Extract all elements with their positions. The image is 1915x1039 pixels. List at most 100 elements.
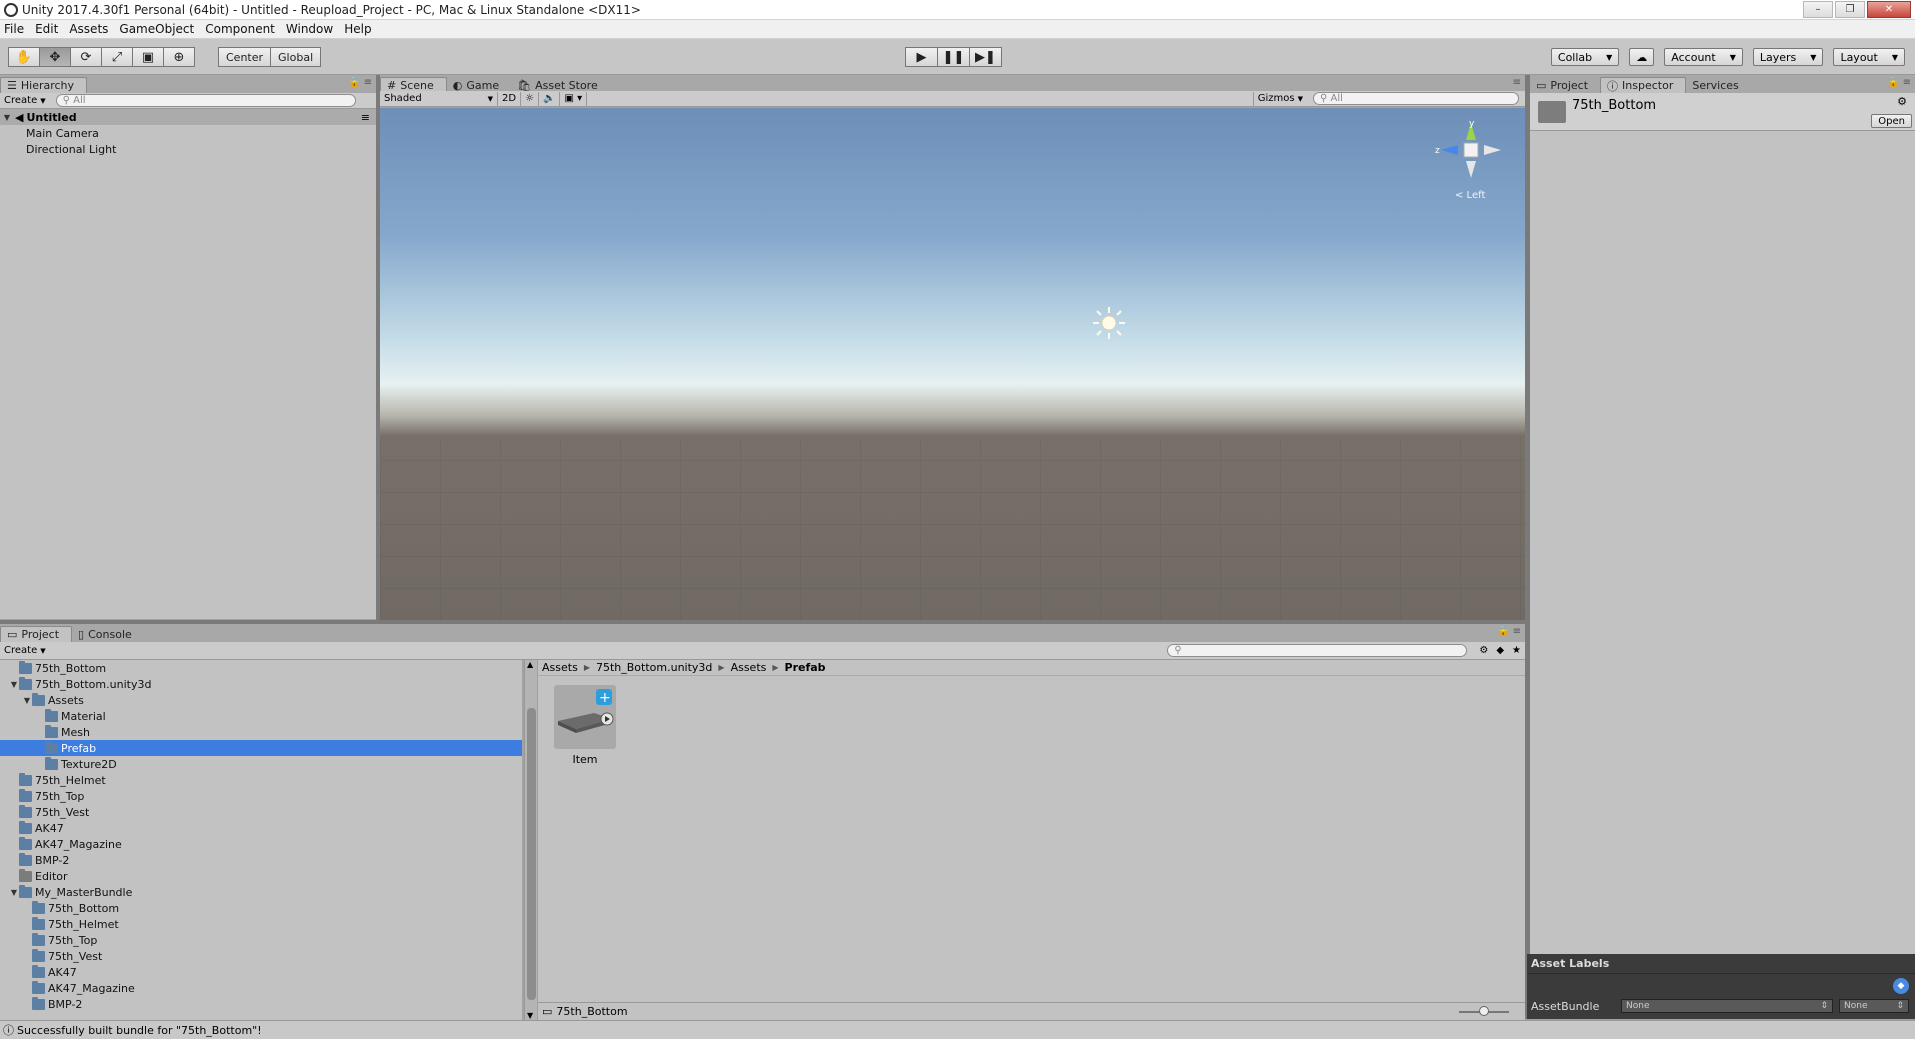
view-label[interactable]: < Left [1455, 190, 1485, 201]
hierarchy-item[interactable]: Main Camera [0, 125, 376, 141]
asset-item[interactable]: + Item [552, 685, 618, 766]
tag-icon[interactable]: ◆ [1893, 978, 1909, 994]
account-dropdown[interactable]: Account ▼ [1664, 48, 1743, 66]
layout-dropdown[interactable]: Layout ▼ [1833, 48, 1905, 66]
gizmos-dropdown[interactable]: Gizmos ▼ [1252, 91, 1307, 106]
project-tree-item[interactable]: Texture2D [0, 756, 522, 772]
expand-arrow-icon[interactable]: ▼ [22, 696, 32, 705]
expand-arrow-icon[interactable]: ▼ [9, 888, 19, 897]
hierarchy-create-dropdown[interactable]: Create ▼ [0, 94, 50, 108]
project-tree-item[interactable]: AK47_Magazine [0, 980, 522, 996]
breadcrumb-item[interactable]: Assets [731, 661, 767, 674]
scroll-down-icon[interactable]: ▼ [527, 1011, 533, 1020]
project-tree-item[interactable]: 75th_Helmet [0, 916, 522, 932]
effects-dropdown-icon[interactable]: ▣ ▾ [560, 91, 588, 106]
project-tree-item[interactable]: BMP-2 [0, 852, 522, 868]
tree-scrollbar[interactable]: ▲ ▼ [524, 660, 537, 1020]
project-tree-item[interactable]: 75th_Bottom [0, 660, 522, 676]
project-tree-item[interactable]: Editor [0, 868, 522, 884]
panel-menu-icon[interactable]: ≡ [1513, 77, 1521, 88]
menu-component[interactable]: Component [201, 22, 282, 36]
project-tree-item[interactable]: BMP-2 [0, 996, 522, 1012]
project-create-dropdown[interactable]: Create ▼ [0, 644, 50, 658]
breadcrumb-current[interactable]: Prefab [785, 661, 826, 674]
tab-inspector[interactable]: ⓘ Inspector [1600, 77, 1687, 93]
scroll-up-icon[interactable]: ▲ [527, 660, 533, 669]
menu-window[interactable]: Window [282, 22, 340, 36]
project-tree-item[interactable]: AK47 [0, 820, 522, 836]
collab-dropdown[interactable]: Collab ▼ [1550, 48, 1620, 66]
menu-gameobject[interactable]: GameObject [115, 22, 201, 36]
menu-file[interactable]: File [0, 22, 31, 36]
layers-dropdown[interactable]: Layers ▼ [1752, 48, 1824, 66]
scene-menu-icon[interactable]: ≡ [361, 111, 370, 124]
pivot-center-button[interactable]: Center [218, 47, 272, 67]
menu-assets[interactable]: Assets [65, 22, 115, 36]
pivot-global-button[interactable]: Global [270, 47, 322, 67]
maximize-button[interactable]: ❐ [1835, 1, 1865, 18]
breadcrumb-item[interactable]: 75th_Bottom.unity3d [596, 661, 712, 674]
scene-root-row[interactable]: ▼ ◀ Untitled ≡ [0, 109, 376, 125]
tab-console[interactable]: ▯ Console [72, 626, 144, 642]
expand-arrow-icon[interactable]: ▼ [2, 113, 12, 122]
project-tree-item[interactable]: AK47_Magazine [0, 836, 522, 852]
project-tree-item[interactable]: Mesh [0, 724, 522, 740]
panel-menu-icon[interactable]: 🔒 ≡ [348, 77, 372, 88]
hierarchy-item[interactable]: Directional Light [0, 141, 376, 157]
filter-by-type-icon[interactable]: ⚙ [1475, 644, 1492, 658]
tab-project[interactable]: ▭ Project [0, 626, 73, 642]
pause-button[interactable]: ❚❚ [937, 47, 970, 67]
favorites-star-icon[interactable]: ★ [1508, 644, 1525, 658]
project-tree-item[interactable]: AK47 [0, 964, 522, 980]
breadcrumb-item[interactable]: Assets [542, 661, 578, 674]
cloud-button[interactable]: ☁ [1629, 48, 1655, 66]
panel-menu-icon[interactable]: 🔒 ≡ [1497, 626, 1521, 637]
scrollbar-thumb[interactable] [527, 708, 536, 1000]
expand-arrow-icon[interactable]: ▼ [9, 680, 19, 689]
open-button[interactable]: Open [1871, 114, 1912, 128]
menu-help[interactable]: Help [340, 22, 378, 36]
project-tree-item[interactable]: Prefab [0, 740, 522, 756]
close-button[interactable]: ✕ [1867, 1, 1911, 18]
assetbundle-dropdown[interactable]: None ⇕ [1621, 999, 1833, 1013]
hand-tool-icon[interactable]: ✋ [8, 47, 40, 67]
project-tree-item[interactable]: 75th_Helmet [0, 772, 522, 788]
filter-by-label-icon[interactable]: ◆ [1492, 644, 1508, 658]
project-tree-item[interactable]: ▼ Assets [0, 692, 522, 708]
scale-tool-icon[interactable]: ⤢ [101, 47, 133, 67]
project-tree-item[interactable]: 75th_Vest [0, 804, 522, 820]
tab-hierarchy[interactable]: ☰ Hierarchy [0, 77, 88, 93]
play-button[interactable]: ▶ [905, 47, 938, 67]
slider-thumb[interactable] [1479, 1006, 1489, 1016]
hierarchy-search-input[interactable]: ⚲ All [55, 94, 356, 107]
scene-search-input[interactable]: ⚲ All [1313, 92, 1519, 105]
gear-icon[interactable]: ⚙ [1897, 95, 1907, 108]
lighting-toggle-icon[interactable]: ☼ [521, 91, 540, 106]
project-tree-item[interactable]: 75th_Top [0, 932, 522, 948]
directional-light-icon[interactable] [1092, 306, 1126, 340]
shading-mode-dropdown[interactable]: Shaded ▼ [380, 91, 498, 106]
2d-toggle[interactable]: 2D [498, 91, 522, 106]
project-tree-item[interactable]: 75th_Vest [0, 948, 522, 964]
minimize-button[interactable]: – [1803, 1, 1833, 18]
project-tree-item[interactable]: 75th_Top [0, 788, 522, 804]
tab-services[interactable]: Services [1686, 77, 1750, 93]
move-tool-icon[interactable]: ✥ [39, 47, 71, 67]
variant-dropdown[interactable]: None ⇕ [1839, 999, 1909, 1013]
rotate-tool-icon[interactable]: ⟳ [70, 47, 102, 67]
audio-toggle-icon[interactable]: 🔈 [539, 91, 561, 106]
step-button[interactable]: ▶❚ [969, 47, 1002, 67]
project-tree-item[interactable]: ▼ 75th_Bottom.unity3d [0, 676, 522, 692]
status-message[interactable]: Successfully built bundle for "75th_Bott… [17, 1024, 262, 1037]
transform-tool-icon[interactable]: ⊕ [163, 47, 195, 67]
project-tree-item[interactable]: Material [0, 708, 522, 724]
project-tree-item[interactable]: 75th_Bottom [0, 900, 522, 916]
scene-viewport[interactable]: y z < Left [380, 108, 1525, 620]
project-search-input[interactable]: ⚲ [1167, 644, 1468, 657]
tab-project[interactable]: ▭ Project [1530, 77, 1600, 93]
panel-menu-icon[interactable]: 🔒 ≡ [1887, 77, 1911, 88]
orientation-gizmo[interactable]: y z < Left [1431, 118, 1511, 208]
rect-tool-icon[interactable]: ▣ [132, 47, 164, 67]
project-tree-item[interactable]: ▼ My_MasterBundle [0, 884, 522, 900]
menu-edit[interactable]: Edit [31, 22, 65, 36]
